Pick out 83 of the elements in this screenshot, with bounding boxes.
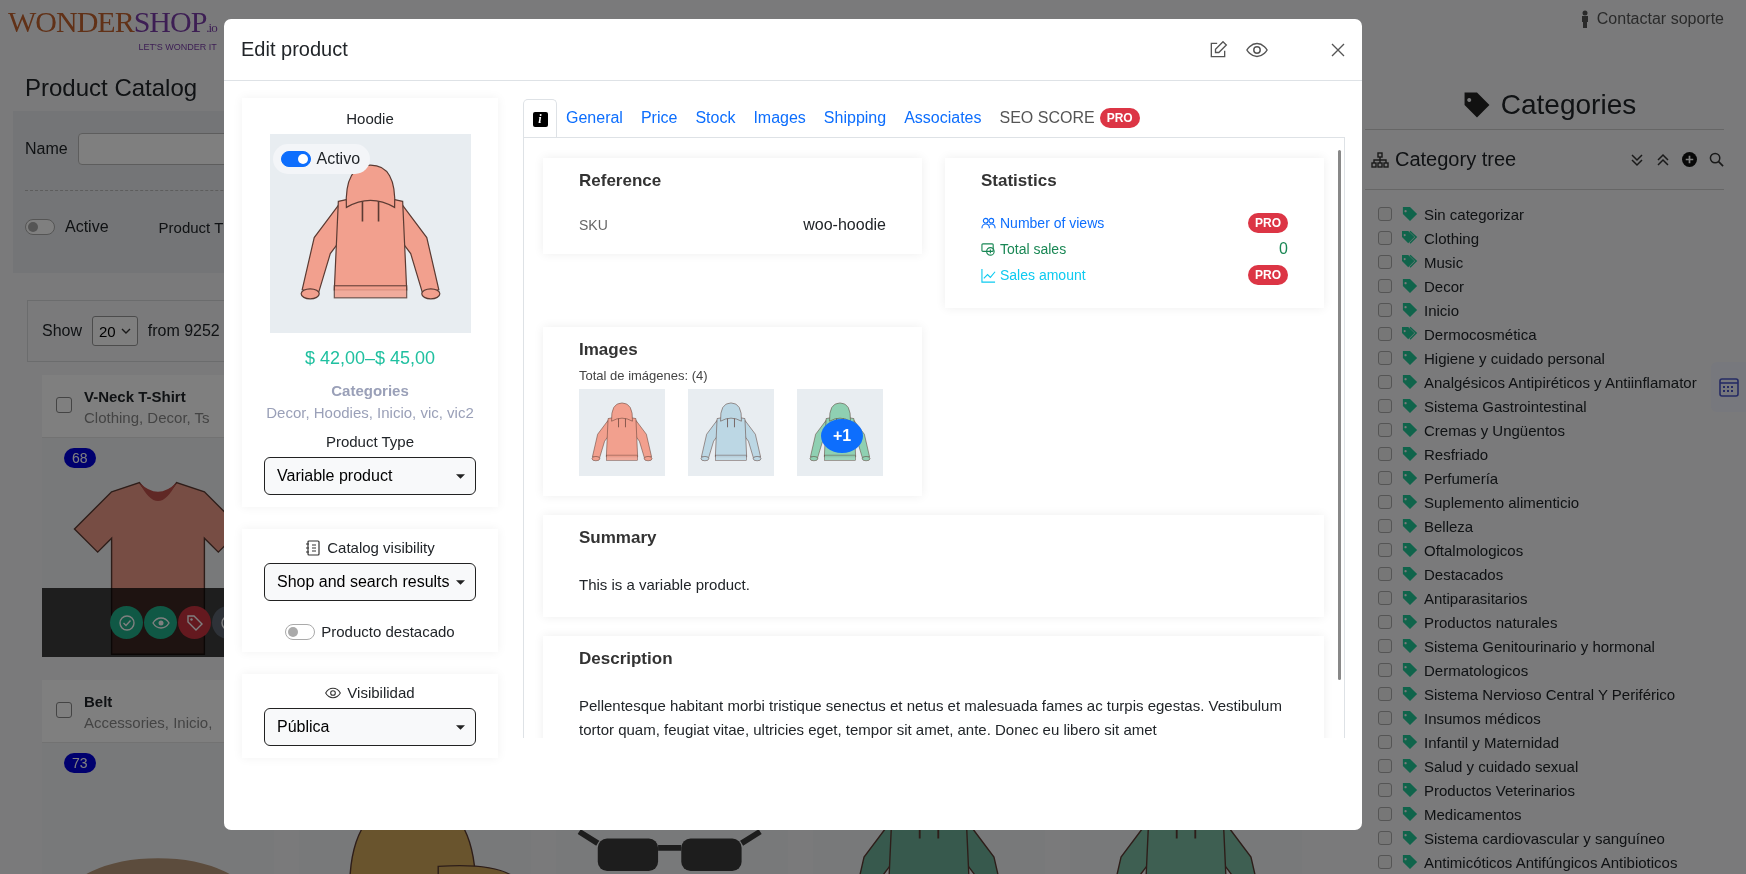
category-item[interactable]: Productos Veterinarios xyxy=(1424,781,1575,799)
stat-value: 0 xyxy=(1279,240,1288,258)
product-type-select[interactable]: Variable product xyxy=(264,457,476,495)
logo-tagline: LET'S WONDER IT xyxy=(138,42,217,52)
field-label: Product Type xyxy=(325,433,415,450)
categories-label: Categories xyxy=(331,382,409,399)
category-item[interactable]: Sistema Nervioso Central Y Periférico xyxy=(1424,685,1676,703)
count-badge: 68 xyxy=(64,448,96,468)
card-title: Reference xyxy=(579,170,663,192)
categories-list: Decor, Hoodies, Inicio, vic, vic2 xyxy=(266,404,474,421)
category-item[interactable]: Antimicóticos Antifúngicos Antibioticos xyxy=(1424,853,1678,871)
pro-badge: PRO xyxy=(1099,108,1140,128)
category-item[interactable]: Clothing xyxy=(1424,229,1480,247)
category-item[interactable]: Sistema Genitourinario y hormonal xyxy=(1424,637,1655,655)
card-title: Summary xyxy=(579,527,658,549)
field-label: SKU xyxy=(579,217,608,233)
price-range: $ 42,00–$ 45,00 xyxy=(304,348,436,369)
show-label: Show xyxy=(42,322,83,340)
tab[interactable]: Price xyxy=(631,98,687,137)
support-link[interactable]: Contactar soporte xyxy=(1578,10,1724,28)
card-title: Statistics xyxy=(981,170,1058,192)
toggle-label: Producto destacado xyxy=(321,623,455,640)
field-label: Visibilidad xyxy=(347,684,415,701)
category-item[interactable]: Antiparasitarios xyxy=(1424,589,1528,607)
tab[interactable]: Stock xyxy=(686,98,745,137)
category-item[interactable]: Insumos médicos xyxy=(1424,709,1541,727)
product-name[interactable]: V-Neck T-Shirt xyxy=(84,387,210,407)
modal-title: Edit product xyxy=(241,38,349,61)
product-name[interactable]: Belt xyxy=(84,692,213,712)
tab[interactable]: Images xyxy=(744,98,815,137)
category-item[interactable]: Medicamentos xyxy=(1424,805,1522,823)
product-categories: Clothing, Decor, Ts xyxy=(84,408,210,428)
category-item[interactable]: Inicio xyxy=(1424,301,1460,319)
tab[interactable]: Shipping xyxy=(814,98,896,137)
category-item[interactable]: Oftalmologicos xyxy=(1424,541,1524,559)
logo-wordmark: WONDERSHOP.io xyxy=(8,6,217,40)
count-badge: 73 xyxy=(64,753,96,773)
field-label: Name xyxy=(25,140,68,158)
panel-title: Categories xyxy=(1500,88,1637,121)
category-item[interactable]: Music xyxy=(1424,253,1464,271)
total-label: from 9252 xyxy=(147,322,220,340)
page-title: Product Catalog xyxy=(25,73,199,103)
category-item[interactable]: Belleza xyxy=(1424,517,1474,535)
toggle-label: Active xyxy=(65,218,109,236)
info-icon: i xyxy=(532,111,548,127)
category-item[interactable]: Suplemento alimenticio xyxy=(1424,493,1580,511)
category-item[interactable]: Decor xyxy=(1424,277,1464,295)
category-item[interactable]: Sistema Gastrointestinal xyxy=(1424,397,1587,415)
field-label: Catalog visibility xyxy=(327,539,435,556)
category-item[interactable]: Salud y cuidado sexual xyxy=(1424,757,1579,775)
category-item[interactable]: Perfumería xyxy=(1424,469,1499,487)
field-value: woo-hoodie xyxy=(803,216,886,234)
product-name: Hoodie xyxy=(346,109,394,129)
tab[interactable]: Associates xyxy=(895,98,991,137)
category-item[interactable]: Infantil y Maternidad xyxy=(1424,733,1560,751)
category-item[interactable]: Analgésicos Antipiréticos y Antiinflamator xyxy=(1424,373,1697,391)
category-item[interactable]: Destacados xyxy=(1424,565,1504,583)
category-item[interactable]: Sistema cardiovascular y sanguíneo xyxy=(1424,829,1665,847)
tab[interactable]: General xyxy=(557,98,632,137)
category-item[interactable]: Productos naturales xyxy=(1424,613,1558,631)
category-item[interactable]: Resfriado xyxy=(1424,445,1489,463)
pro-badge: PRO xyxy=(1248,213,1288,233)
summary-text: This is a variable product. xyxy=(579,575,751,595)
pro-badge: PRO xyxy=(1248,265,1288,285)
info-tab[interactable]: i xyxy=(523,99,557,138)
filter-label: Product T xyxy=(158,218,224,236)
category-item[interactable]: Dermatologicos xyxy=(1424,661,1529,679)
visibility-select[interactable]: Pública xyxy=(264,708,476,746)
category-item[interactable]: Higiene y cuidado personal xyxy=(1424,349,1605,367)
category-item[interactable]: Dermocosmética xyxy=(1424,325,1537,343)
category-item[interactable]: Cremas y Ungüentos xyxy=(1424,421,1565,439)
page-size-select[interactable]: 20 xyxy=(92,316,138,346)
stat-link[interactable]: Total sales xyxy=(981,241,1067,257)
catalog-visibility-select[interactable]: Shop and search results xyxy=(264,563,476,601)
product-categories: Accessories, Inicio, xyxy=(84,713,213,733)
category-item[interactable]: Sin categorizar xyxy=(1424,205,1525,223)
image-count: Total de imágenes: (4) xyxy=(579,368,709,383)
card-title: Description xyxy=(579,648,674,670)
description-text: Pellentesque habitant morbi tristique senectus et netus et malesuada fames ac turpis egestas. Vestibulum tortor quam, feugiat vitae, ultricies eget, tempor sit amet, ante. Donec eu libero sit amet xyxy=(579,696,1283,738)
toggle-label: Activo xyxy=(316,150,361,168)
stat-link[interactable]: Number of views xyxy=(981,215,1105,231)
section-title: Category tree xyxy=(1395,148,1518,171)
card-title: Images xyxy=(579,339,639,361)
